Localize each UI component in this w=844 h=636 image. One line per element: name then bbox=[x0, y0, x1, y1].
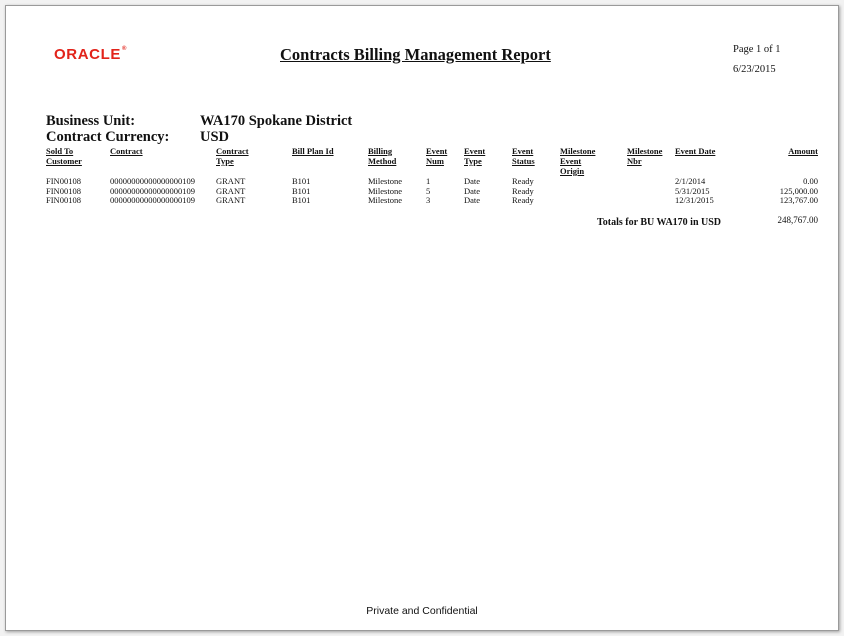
column-header: Contract bbox=[110, 146, 143, 156]
column-header-line: Sold To bbox=[46, 146, 74, 156]
column-header: Event Status bbox=[512, 146, 535, 166]
table-cell: Ready bbox=[512, 185, 534, 196]
column-header-line: Origin bbox=[560, 166, 585, 176]
totals-label: Totals for BU WA170 in USD bbox=[597, 217, 722, 228]
column-header: Event Type bbox=[464, 146, 485, 166]
column-header-line: Contract bbox=[110, 146, 143, 156]
logo-text: ORACLE bbox=[54, 46, 121, 63]
table-cell: FIN00108 bbox=[46, 176, 81, 186]
column-header-line: Method bbox=[368, 156, 397, 166]
column-header-line: Nbr bbox=[627, 156, 642, 166]
table-row: FIN00108 00000000000000000109 GRANT B101 Mil… bbox=[6, 195, 838, 205]
column-header: Milestone Nbr bbox=[627, 146, 662, 166]
totals-value: 248,767.00 bbox=[777, 215, 819, 225]
column-header-line: Billing bbox=[368, 146, 393, 156]
table-cell: GRANT bbox=[216, 176, 246, 186]
table-cell: 00000000000000000109 bbox=[110, 176, 195, 186]
table-cell: GRANT bbox=[216, 185, 246, 196]
table-cell: GRANT bbox=[216, 195, 246, 205]
table-cell: 123,767.00 bbox=[779, 195, 818, 205]
column-header: Billing Method bbox=[368, 146, 396, 166]
table-cell: 5 bbox=[426, 185, 431, 196]
column-header-line: Milestone bbox=[627, 146, 663, 156]
table-cell: B101 bbox=[292, 185, 311, 196]
column-header-line: Bill Plan Id bbox=[292, 146, 334, 156]
column-header-line: Event bbox=[512, 146, 534, 156]
page-indicator: Page 1 of 1 bbox=[733, 44, 781, 55]
column-header-line: Event Date bbox=[675, 146, 716, 156]
table-cell: 125,000.00 bbox=[779, 185, 818, 196]
table-cell: Milestone bbox=[368, 195, 402, 205]
table-cell: Ready bbox=[512, 195, 534, 205]
table-cell: 0.00 bbox=[803, 176, 818, 186]
column-header-line: Num bbox=[426, 156, 444, 166]
table-cell: Date bbox=[464, 185, 481, 196]
currency-value: USD bbox=[200, 129, 230, 145]
table-cell: Date bbox=[464, 195, 481, 205]
currency-label: Contract Currency: bbox=[46, 129, 170, 145]
column-header: Bill Plan Id bbox=[292, 146, 334, 156]
business-unit-value: WA170 Spokane District bbox=[200, 113, 353, 129]
column-header-line: Event bbox=[560, 156, 582, 166]
column-header: Amount bbox=[788, 146, 818, 156]
column-header: Sold To Customer bbox=[46, 146, 82, 166]
table-cell: FIN00108 bbox=[46, 185, 81, 196]
table-cell: B101 bbox=[292, 195, 311, 205]
table-cell: 2/1/2014 bbox=[675, 176, 706, 186]
business-unit-label: Business Unit: bbox=[46, 113, 136, 129]
column-header: Contract Type bbox=[216, 146, 249, 166]
table-cell: FIN00108 bbox=[46, 195, 81, 205]
oracle-logo: ORACLE® bbox=[54, 46, 127, 63]
column-header-line: Status bbox=[512, 156, 535, 166]
registered-mark: ® bbox=[121, 46, 127, 52]
column-header-line: Type bbox=[216, 156, 234, 166]
column-header: Milestone Event Origin bbox=[560, 146, 595, 176]
column-header: Event Num bbox=[426, 146, 447, 166]
table-cell: 00000000000000000109 bbox=[110, 195, 195, 205]
table-cell: 00000000000000000109 bbox=[110, 185, 195, 196]
table-cell: B101 bbox=[292, 176, 311, 186]
footer-confidential: Private and Confidential bbox=[366, 605, 478, 617]
column-header-line: Contract bbox=[216, 146, 249, 156]
table-cell: 12/31/2015 bbox=[675, 195, 714, 205]
column-header-line: Amount bbox=[788, 146, 818, 156]
table-cell: Milestone bbox=[368, 185, 402, 196]
report-title: Contracts Billing Management Report bbox=[280, 45, 551, 64]
column-header-line: Event bbox=[426, 146, 448, 156]
run-date: 6/23/2015 bbox=[733, 64, 776, 75]
table-cell: 5/31/2015 bbox=[675, 185, 710, 196]
table-row: FIN00108 00000000000000000109 GRANT B101 Mil… bbox=[6, 176, 838, 186]
column-header-line: Event bbox=[464, 146, 486, 156]
table-cell: 3 bbox=[426, 195, 431, 205]
column-header-line: Milestone bbox=[560, 146, 596, 156]
table-cell: Date bbox=[464, 176, 481, 186]
table-cell: 1 bbox=[426, 176, 431, 186]
column-header-line: Type bbox=[464, 156, 482, 166]
report-page: ORACLE® Contracts Billing Management Rep… bbox=[5, 5, 839, 631]
table-cell: Ready bbox=[512, 176, 534, 186]
table-cell: Milestone bbox=[368, 176, 402, 186]
table-row: FIN00108 00000000000000000109 GRANT B101 Mil… bbox=[6, 186, 838, 196]
column-header: Event Date bbox=[675, 146, 715, 156]
column-header-line: Customer bbox=[46, 156, 82, 166]
